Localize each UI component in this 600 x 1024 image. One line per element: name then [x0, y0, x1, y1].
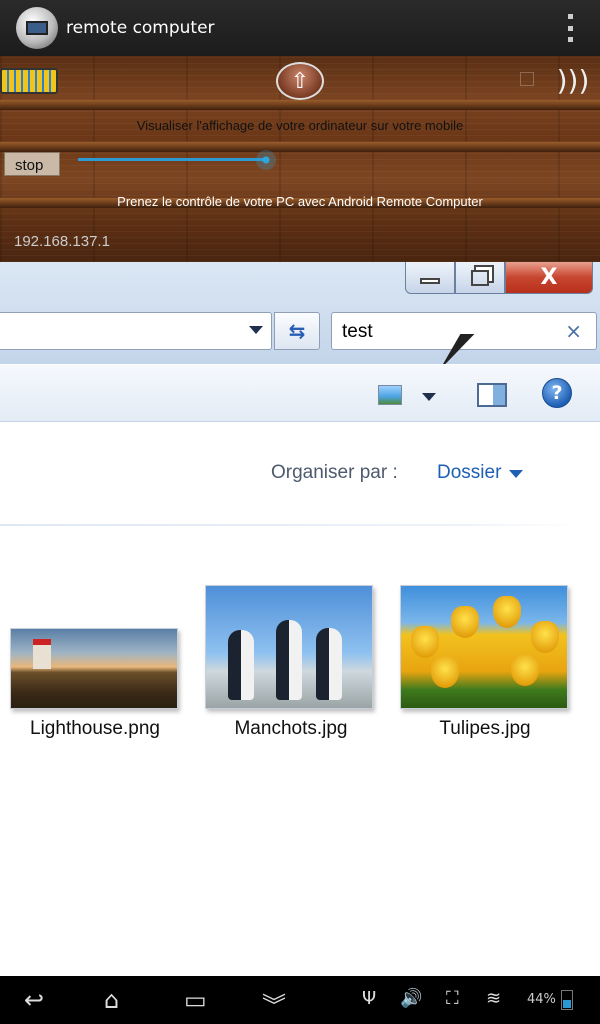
info-line-control: Prenez le contrôle de votre PC avec Andr… [117, 194, 483, 209]
speaker-icon[interactable]: ))) [551, 62, 595, 98]
window-title-bar: X ⇆ test × [0, 262, 600, 370]
up-arrow-button[interactable]: ⇧ [276, 62, 324, 100]
ip-address: 192.168.137.1 [14, 233, 110, 250]
volume-icon: 🔊 [400, 988, 423, 1009]
view-dropdown-icon[interactable] [422, 393, 436, 401]
remote-screen[interactable]: X ⇆ test × ? Organiser par : Dossier Lig… [0, 262, 600, 976]
action-bar: remote computer [0, 0, 600, 56]
recent-apps-icon[interactable]: ▭ [184, 986, 207, 1014]
app-title: remote computer [66, 18, 215, 38]
file-name[interactable]: Lighthouse.png [0, 718, 190, 740]
battery-icon [561, 990, 573, 1010]
command-bar [0, 364, 600, 422]
file-name[interactable]: Tulipes.jpg [390, 718, 580, 740]
usb-icon: Ψ [362, 988, 377, 1009]
wifi-icon: ≋ [486, 988, 502, 1009]
battery-percent: 44% [527, 992, 556, 1007]
system-nav-bar: ↩ ⌂ ▭ ︾ Ψ 🔊 ⛶ ≋ 44% [0, 976, 600, 1024]
chevron-down-icon[interactable] [249, 326, 263, 334]
minimize-icon [420, 277, 440, 284]
file-thumbnail-tulips[interactable] [400, 585, 568, 709]
screenshot-icon: ⛶ [446, 988, 459, 1009]
restore-icon [471, 269, 489, 286]
remote-toolbar: ⇧ ))) Visualiser l'affichage de votre or… [0, 56, 600, 262]
stop-button[interactable]: stop [4, 152, 60, 176]
close-button[interactable]: X [505, 262, 593, 294]
search-value: test [342, 321, 373, 342]
preview-pane-icon[interactable] [477, 383, 507, 407]
shelf-divider [0, 100, 600, 110]
seek-thumb[interactable] [256, 150, 276, 170]
maximize-button[interactable] [455, 262, 505, 294]
address-bar[interactable] [0, 312, 272, 350]
file-thumbnail-lighthouse[interactable] [10, 628, 178, 709]
view-options-icon[interactable] [378, 385, 402, 405]
info-line-display: Visualiser l'affichage de votre ordinate… [136, 118, 464, 133]
shelf-divider [0, 142, 600, 152]
file-thumbnail-penguins[interactable] [205, 585, 373, 709]
refresh-button[interactable]: ⇆ [274, 312, 320, 350]
app-icon[interactable] [16, 7, 58, 49]
home-icon[interactable]: ⌂ [104, 986, 119, 1014]
clear-search-icon[interactable]: × [565, 319, 582, 343]
arrange-by-value: Dossier [437, 462, 502, 483]
toggle-checkbox[interactable] [520, 72, 534, 86]
keyboard-icon[interactable] [0, 68, 58, 94]
minimize-button[interactable] [405, 262, 455, 294]
back-icon[interactable]: ↩ [24, 986, 44, 1014]
arrange-by-label: Organiser par : [271, 462, 398, 483]
help-icon[interactable]: ? [542, 378, 572, 408]
arrange-by-dropdown[interactable]: Dossier [437, 462, 524, 484]
seek-bar[interactable] [78, 158, 266, 161]
divider [0, 524, 584, 526]
file-name[interactable]: Manchots.jpg [196, 718, 386, 740]
chevron-down-icon [509, 470, 524, 478]
menu-icon[interactable]: ︾ [262, 986, 286, 1021]
overflow-menu-icon[interactable] [568, 14, 574, 42]
